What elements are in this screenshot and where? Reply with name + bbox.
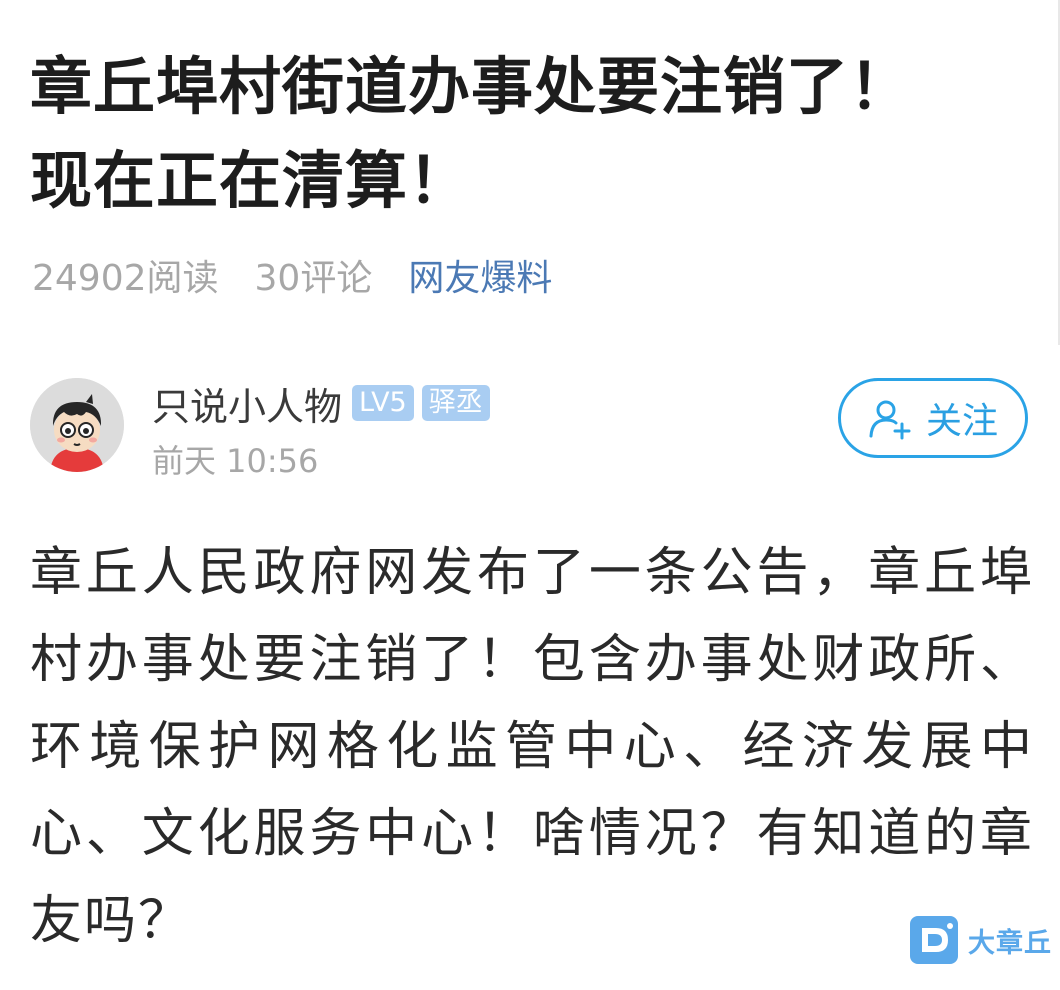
avatar[interactable] — [30, 378, 124, 472]
author-block: 只说小人物 LV5 驿丞 前天 10:56 关注 — [30, 376, 1030, 480]
add-user-icon — [869, 400, 911, 440]
level-badge: LV5 — [352, 385, 414, 421]
follow-button[interactable]: 关注 — [838, 378, 1028, 458]
article-meta: 24902阅读 30评论 网友爆料 — [32, 250, 552, 300]
title-badge: 驿丞 — [421, 385, 490, 421]
read-count: 24902阅读 — [32, 258, 219, 299]
article-title: 章丘埠村街道办事处要注销了！现在正在清算！ — [30, 50, 913, 217]
watermark: 大章丘 — [910, 914, 1052, 966]
comment-count[interactable]: 30评论 — [255, 249, 373, 301]
post-time: 前天 10:56 — [152, 442, 319, 480]
avatar-cartoon-icon — [30, 378, 124, 472]
author-name-row: 只说小人物 LV5 驿丞 — [152, 376, 490, 431]
article-page: 章丘埠村街道办事处要注销了！现在正在清算！ 24902阅读 30评论 网友爆料 — [0, 0, 1060, 990]
follow-label: 关注 — [925, 401, 998, 442]
da-zhangqiu-logo-icon — [910, 916, 958, 964]
category-link[interactable]: 网友爆料 — [408, 249, 552, 301]
watermark-text: 大章丘 — [968, 927, 1052, 959]
article-body: 章丘人民政府网发布了一条公告，章丘埠村办事处要注销了！包含办事处财政所、环境保护… — [30, 543, 1034, 951]
author-name[interactable]: 只说小人物 — [152, 376, 342, 431]
